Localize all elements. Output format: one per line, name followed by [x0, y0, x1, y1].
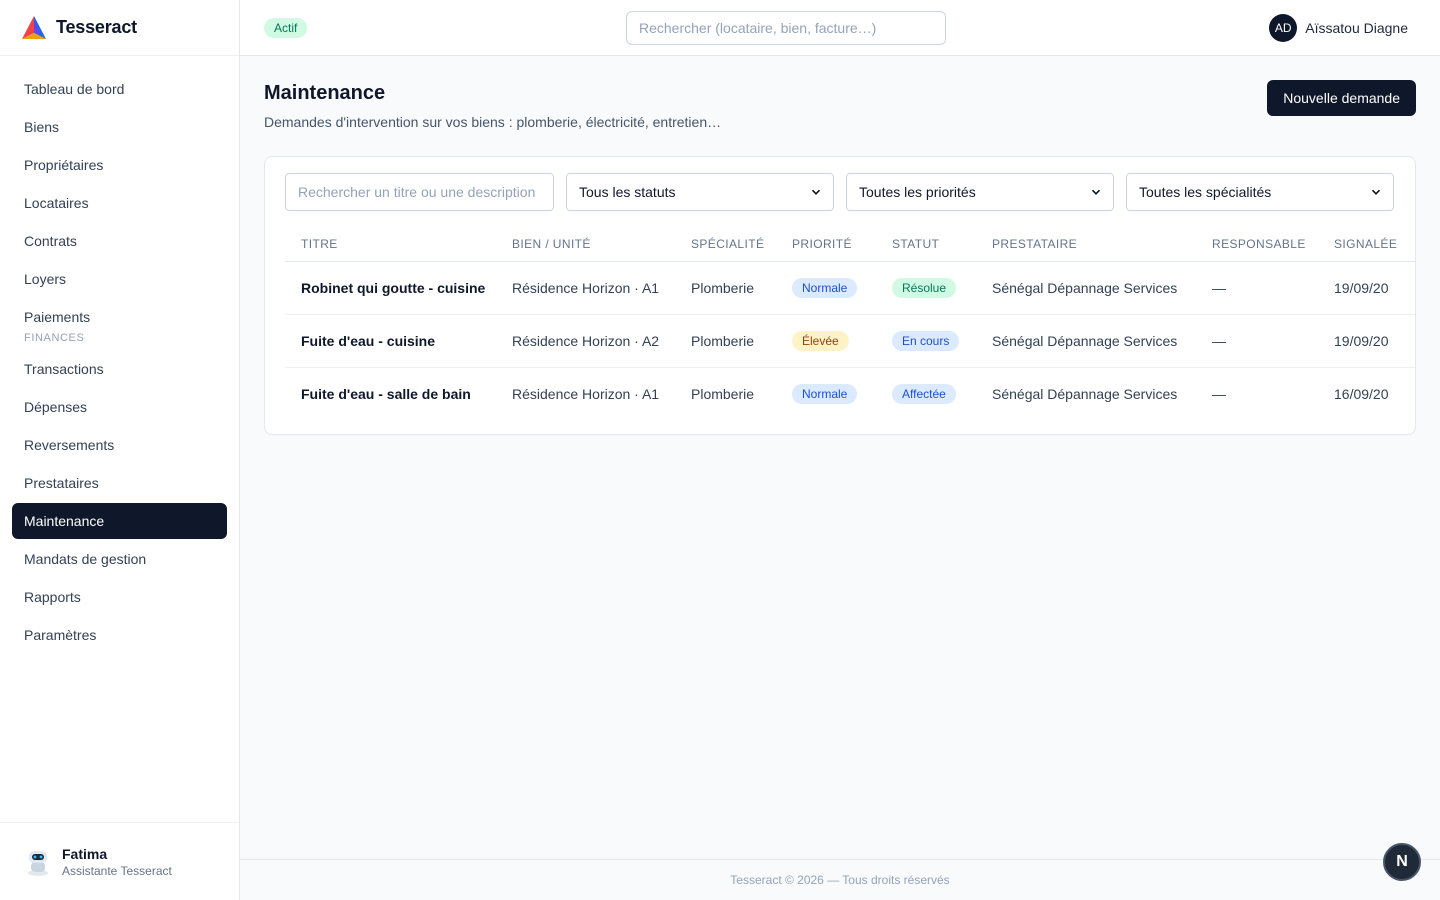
row-title[interactable]: Fuite d'eau - salle de bain — [285, 367, 496, 420]
footer: Tesseract © 2026 — Tous droits réservés — [240, 859, 1440, 900]
maintenance-card: Tous les statuts Toutes les priorités To… — [264, 156, 1416, 435]
chevron-down-icon — [811, 189, 821, 195]
sidebar-item-providers[interactable]: Prestataires — [12, 465, 227, 501]
row-priority: Élevée — [776, 314, 876, 368]
sidebar-item-owners[interactable]: Propriétaires — [12, 147, 227, 183]
column-header-specialty[interactable]: SPÉCIALITÉ — [675, 227, 776, 262]
sidebar-section-finances: FINANCES — [24, 332, 85, 344]
row-reported: 16/09/20 — [1334, 385, 1389, 402]
page-subtitle: Demandes d'intervention sur vos biens : … — [264, 114, 722, 130]
row-provider: Sénégal Dépannage Services — [992, 385, 1178, 402]
brand[interactable]: Tesseract — [0, 0, 239, 56]
column-header-provider[interactable]: PRESTATAIRE — [976, 227, 1196, 262]
status-badge: En cours — [892, 330, 960, 351]
status-badge: Affectée — [892, 383, 956, 404]
table-row[interactable]: Fuite d'eau - salle de bain Résidence Ho… — [285, 367, 1415, 420]
row-status: En cours — [876, 314, 976, 368]
new-request-button[interactable]: Nouvelle demande — [1267, 80, 1416, 116]
row-unit: Résidence Horizon · A2 — [496, 314, 675, 368]
row-priority: Normale — [776, 367, 876, 420]
brand-name: Tesseract — [56, 17, 137, 37]
assistant-role: Assistante Tesseract — [62, 863, 172, 878]
sidebar-item-rents[interactable]: Loyers — [12, 261, 227, 297]
global-search-input[interactable] — [626, 11, 946, 45]
specialty-select-value: Toutes les spécialités — [1139, 184, 1272, 200]
status-select[interactable]: Tous les statuts — [566, 173, 834, 211]
priority-badge: Normale — [792, 277, 858, 298]
priority-badge: Normale — [792, 383, 858, 404]
maintenance-table: TITRE BIEN / UNITÉ SPÉCIALITÉ PRIORITÉ S… — [285, 227, 1415, 420]
sidebar-item-contracts[interactable]: Contrats — [12, 223, 227, 259]
row-owner: — — [1196, 314, 1318, 368]
specialty-select[interactable]: Toutes les spécialités — [1126, 173, 1394, 211]
row-specialty: Plomberie — [675, 314, 776, 368]
row-specialty: Plomberie — [691, 385, 755, 402]
status-badge: Résolue — [892, 277, 957, 298]
column-header-status[interactable]: STATUT — [876, 227, 976, 262]
search-input[interactable] — [285, 173, 554, 211]
row-owner: — — [1196, 261, 1318, 315]
tesseract-logo-icon — [22, 15, 46, 39]
column-header-reported[interactable]: SIGNALÉE — [1318, 227, 1415, 262]
status-badge: Actif — [264, 18, 308, 38]
sidebar-item-expenses[interactable]: Dépenses — [12, 389, 227, 425]
row-status: Affectée — [876, 367, 976, 420]
sidebar: Tesseract Tableau de bord Biens Propriét… — [0, 0, 240, 900]
avatar: AD — [1269, 14, 1298, 42]
status-select-value: Tous les statuts — [579, 184, 676, 200]
sidebar-item-reports[interactable]: Rapports — [12, 579, 227, 615]
row-title[interactable]: Fuite d'eau - cuisine — [285, 314, 496, 368]
column-header-title[interactable]: TITRE — [285, 227, 496, 262]
sidebar-item-maintenance[interactable]: Maintenance — [12, 503, 227, 539]
priority-select[interactable]: Toutes les priorités — [846, 173, 1114, 211]
sidebar-item-mandates[interactable]: Mandats de gestion — [12, 541, 227, 577]
chevron-down-icon — [1371, 189, 1381, 195]
row-owner: — — [1212, 385, 1226, 402]
page-title: Maintenance — [264, 82, 386, 104]
row-provider: Sénégal Dépannage Services — [976, 314, 1196, 368]
next-dev-indicator-button[interactable]: N — [1383, 843, 1421, 881]
robot-avatar-icon — [28, 850, 48, 876]
filter-bar: Tous les statuts Toutes les priorités To… — [285, 173, 1394, 211]
column-header-owner[interactable]: RESPONSABLE — [1196, 227, 1318, 262]
sidebar-item-transactions[interactable]: Transactions — [12, 351, 227, 387]
sidebar-item-properties[interactable]: Biens — [12, 109, 227, 145]
sidebar-item-tenants[interactable]: Locataires — [12, 185, 227, 221]
sidebar-item-payments[interactable]: Paiements — [12, 299, 227, 335]
row-unit: Résidence Horizon · A1 — [512, 385, 660, 402]
user-name: Aïssatou Diagne — [1305, 20, 1408, 36]
table-header-row: TITRE BIEN / UNITÉ SPÉCIALITÉ PRIORITÉ S… — [285, 227, 1415, 262]
row-provider: Sénégal Dépannage Services — [976, 261, 1196, 315]
row-reported: 19/09/20 — [1318, 314, 1415, 368]
row-priority: Normale — [776, 261, 876, 315]
row-status: Résolue — [876, 261, 976, 315]
table-row[interactable]: Fuite d'eau - cuisine Résidence Horizon … — [285, 314, 1415, 368]
assistant-card[interactable]: Fatima Assistante Tesseract — [0, 822, 239, 900]
priority-badge: Élevée — [792, 330, 849, 351]
sidebar-item-settings[interactable]: Paramètres — [12, 617, 227, 653]
priority-select-value: Toutes les priorités — [859, 184, 976, 200]
assistant-name: Fatima — [62, 845, 108, 862]
top-bar: Actif AD Aïssatou Diagne — [240, 0, 1440, 56]
sidebar-item-payouts[interactable]: Reversements — [12, 427, 227, 463]
row-unit: Résidence Horizon · A1 — [496, 261, 675, 315]
column-header-priority[interactable]: PRIORITÉ — [776, 227, 876, 262]
table-row[interactable]: Robinet qui goutte - cuisine Résidence H… — [285, 261, 1415, 315]
row-reported: 19/09/20 — [1318, 261, 1415, 315]
sidebar-item-dashboard[interactable]: Tableau de bord — [12, 71, 227, 107]
sidebar-nav: Tableau de bord Biens Propriétaires Loca… — [0, 56, 239, 653]
chevron-down-icon — [1091, 189, 1101, 195]
column-header-unit[interactable]: BIEN / UNITÉ — [496, 227, 675, 262]
row-specialty: Plomberie — [675, 261, 776, 315]
user-menu[interactable]: AD Aïssatou Diagne — [1269, 14, 1408, 42]
row-title[interactable]: Robinet qui goutte - cuisine — [285, 261, 496, 315]
